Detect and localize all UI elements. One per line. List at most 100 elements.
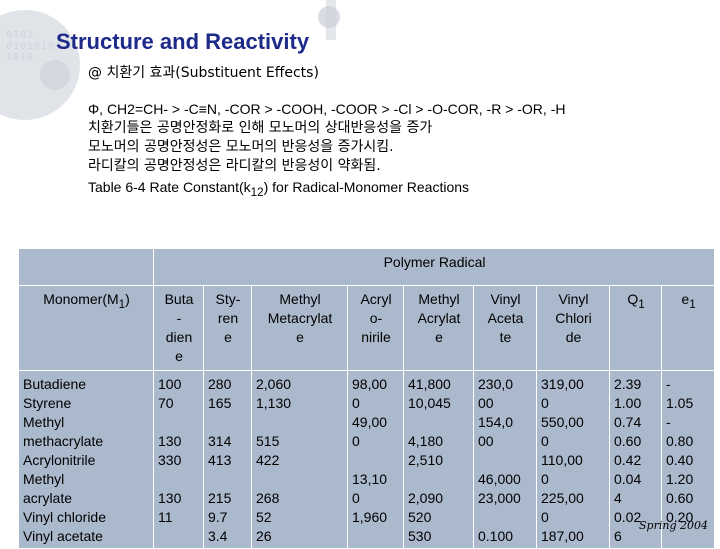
cell-line: 225,00 (541, 490, 584, 506)
column-header-line: Metacrylat (267, 310, 333, 326)
cell-line (158, 413, 200, 432)
column-header-methyl-acrylate: Methyl Acrylat e (403, 285, 474, 371)
cell-line: 422 (256, 452, 280, 468)
column-header-line: - (176, 310, 182, 326)
column-header-line: Vinyl (490, 291, 521, 307)
rate-cell-vinyl-acetate: 230,0 00 154,0 00 46,000 23,000 0.100 (473, 370, 537, 549)
cell-line: 0 (352, 490, 360, 506)
cell-line: 0.74 (614, 414, 642, 430)
caption-subscript: 12 (250, 185, 264, 199)
cell-line: 187,00 (541, 528, 584, 544)
cell-line: 0 (541, 471, 549, 487)
decorative-circle-small (40, 60, 70, 90)
cell-line: 154,0 (478, 414, 514, 430)
cell-line: 1.05 (666, 395, 694, 411)
caption-text-post: ) for Radical-Monomer Reactions (263, 179, 470, 195)
body-line-1: 치환기들은 공명안정화로 인해 모노머의 상대반응성을 증가 (88, 120, 433, 136)
cell-line: 0 (541, 509, 549, 525)
cell-line: 130 (158, 490, 182, 506)
rate-cell-vinyl-chloride: 319,00 0 550,00 0 110,00 0 225,00 0 187,00 (536, 370, 610, 549)
cell-line: 413 (208, 452, 232, 468)
footer-term: Spring 2004 (639, 519, 708, 532)
cell-line: 10,045 (408, 395, 451, 411)
cell-line: 23,000 (478, 490, 521, 506)
substituent-order-line: Φ, CH2=CH- > -C≡N, -COR > -COOH, -COOR >… (88, 101, 566, 117)
cell-line: - (666, 414, 671, 430)
cell-line: 4,180 (408, 433, 444, 449)
column-header-line: Sty- (215, 291, 241, 307)
cell-line: 26 (256, 528, 272, 544)
column-header-line: Methyl (279, 291, 321, 307)
cell-line (158, 470, 200, 489)
column-header-vinyl-chloride: Vinyl Chlori de (536, 285, 610, 371)
column-header-line: o- (369, 310, 383, 326)
caption-text-pre: Table 6-4 Rate Constant(k (88, 179, 251, 195)
column-header-line: te (499, 329, 512, 345)
cell-line: 0 (541, 395, 549, 411)
rate-constant-table: Polymer Radical Monomer(M1) Buta - dien e S… (18, 248, 716, 549)
cell-line: 0 (541, 433, 549, 449)
cell-line: Methyl (23, 414, 65, 430)
cell-line: 41,800 (408, 376, 451, 392)
cell-line: 0.42 (614, 452, 642, 468)
column-header-line: e (224, 329, 232, 345)
cell-line: Butadiene (23, 376, 87, 392)
cell-line (352, 527, 400, 546)
q1-column-header: Q1 (609, 285, 662, 371)
column-header-line: e (175, 348, 183, 364)
cell-line: Acrylonitrile (23, 452, 96, 468)
cell-line: 1,960 (352, 509, 388, 525)
cell-line: 11 (158, 509, 173, 525)
cell-line: 1,130 (256, 395, 292, 411)
cell-line: 4 (614, 490, 622, 506)
cell-line: 0.60 (614, 433, 642, 449)
rate-cell-styrene: 280 165 314 413 215 9.7 3.4 (203, 370, 252, 549)
column-header-line: nirile (361, 329, 391, 345)
cell-line: Styrene (23, 395, 72, 411)
cell-line: 1.00 (614, 395, 642, 411)
cell-line: 1.20 (666, 471, 694, 487)
cell-line: 2,510 (408, 452, 444, 468)
slide-subtitle: @ 치환기 효과(Substituent Effects) (88, 65, 319, 81)
column-header-line: dien (165, 329, 193, 345)
cell-line: 110,00 (541, 452, 583, 468)
rate-cell-butadiene: 100 70 130 330 130 11 (153, 370, 204, 549)
cell-line: Methyl (23, 471, 65, 487)
cell-line: 130 (158, 433, 182, 449)
cell-line: 0.100 (478, 528, 514, 544)
cell-line: 98,00 (352, 376, 388, 392)
cell-line: 268 (256, 490, 280, 506)
cell-line: 520 (408, 509, 432, 525)
cell-line: 314 (208, 433, 232, 449)
column-header-vinyl-acetate: Vinyl Aceta te (473, 285, 537, 371)
rate-cell-acrylonitrile: 98,00 0 49,00 0 13,10 0 1,960 (347, 370, 404, 549)
cell-line (256, 413, 344, 432)
table-caption: Table 6-4 Rate Constant(k12) for Radical… (88, 178, 648, 202)
cell-line: 0.40 (666, 452, 694, 468)
cell-line: Vinyl acetate (23, 528, 103, 544)
column-header-line: Vinyl (558, 291, 589, 307)
cell-line: 215 (208, 490, 232, 506)
cell-line: 13,10 (352, 471, 388, 487)
cell-line: 100 (158, 376, 182, 392)
rate-cell-methyl-acrylate: 41,800 10,045 4,180 2,510 2,090 520 530 (403, 370, 474, 549)
cell-line: 00 (478, 395, 494, 411)
cell-line (478, 508, 533, 527)
cell-line (208, 413, 248, 432)
cell-line: 330 (158, 452, 182, 468)
cell-line (478, 451, 533, 470)
cell-line: Vinyl chloride (23, 509, 107, 525)
cell-line: 0 (352, 395, 360, 411)
column-header-butadiene: Buta - dien e (153, 285, 204, 371)
rate-cell-methyl-metacrylate: 2,060 1,130 515 422 268 52 26 (251, 370, 348, 549)
cell-line: 0.80 (666, 433, 694, 449)
cell-line: methacrylate (23, 433, 104, 449)
monomer-column-header: Monomer(M1) (18, 285, 154, 371)
cell-line (408, 470, 470, 489)
column-header-line: e (435, 329, 443, 345)
cell-line: 3.4 (208, 528, 228, 544)
cell-line: 515 (256, 433, 280, 449)
cell-line (158, 527, 200, 546)
body-line-3: 라디칼의 공명안정성은 라디칼의 반응성이 약화됨. (88, 158, 381, 174)
column-header-line: Methyl (418, 291, 460, 307)
